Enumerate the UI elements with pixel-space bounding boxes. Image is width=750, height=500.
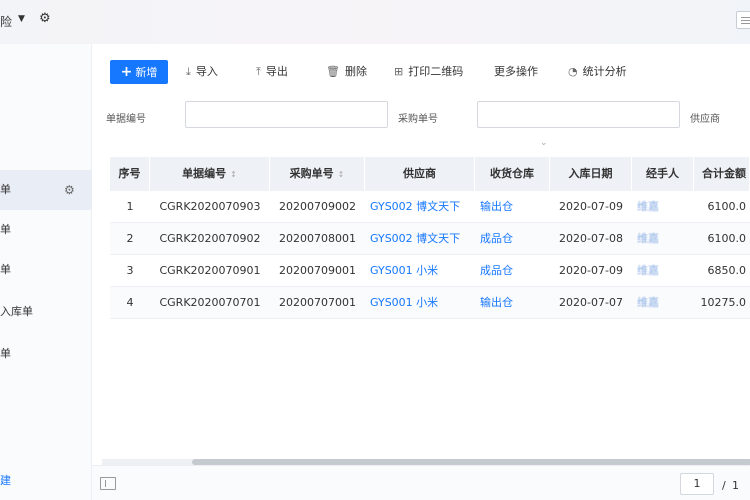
cell-supplier-link[interactable]: GYS001 小米 <box>365 287 475 319</box>
doc-no-label: 单据编号 <box>106 114 146 125</box>
chevron-down-icon[interactable]: ▼ <box>18 14 25 24</box>
cell-handler[interactable]: 维嘉 <box>632 223 694 255</box>
cell-date: 2020-07-09 <box>559 200 623 213</box>
sidebar-item-2[interactable]: 单 <box>0 210 92 250</box>
app-title: 险 <box>0 15 13 29</box>
cell-handler[interactable]: 维嘉 <box>632 255 694 287</box>
qr-code-icon: ⊞ <box>394 65 404 78</box>
table-row[interactable]: 3 CGRK2020070901 20200709001 GYS001 小米 成… <box>110 255 750 287</box>
cell-supplier-link[interactable]: GYS002 博文天下 <box>365 223 475 255</box>
sidebar-item-5[interactable]: 单 <box>0 334 92 374</box>
add-button[interactable]: + 新增 <box>110 60 168 84</box>
cell-handler[interactable]: 维嘉 <box>632 287 694 319</box>
sort-icon[interactable]: ↕ <box>230 170 237 179</box>
stats-button[interactable]: ◔ 统计分析 <box>568 60 627 84</box>
cell-index: 2 <box>126 232 134 245</box>
sidebar-item-3[interactable]: 单 <box>0 250 92 290</box>
cell-doc-no: CGRK2020070701 <box>159 296 261 309</box>
export-button-label: 导出 <box>265 65 288 78</box>
main-panel: + 新增 ⤓ 导入 ⤒ 导出 🗑 删除 ⊞ 打印二维码 更多操作 ◔ 统计分析 单据编号 采… <box>92 44 750 465</box>
cell-purchase-no: 20200707001 <box>279 296 356 309</box>
pie-chart-icon: ◔ <box>568 65 578 78</box>
gear-icon[interactable]: ⚙ <box>64 170 75 210</box>
cell-supplier-link[interactable]: GYS001 小米 <box>365 255 475 287</box>
sort-icon[interactable]: ↕ <box>338 170 345 179</box>
cell-purchase-no: 20200709002 <box>279 200 356 213</box>
add-button-label: 新增 <box>135 66 158 79</box>
cell-doc-no: CGRK2020070902 <box>159 232 261 245</box>
cell-doc-no: CGRK2020070903 <box>159 200 261 213</box>
purchase-no-input[interactable] <box>477 101 680 128</box>
cell-warehouse-link[interactable]: 输出仓 <box>475 191 550 223</box>
doc-no-input[interactable] <box>185 101 388 128</box>
print-qr-button[interactable]: ⊞ 打印二维码 <box>394 60 463 84</box>
sidebar-item-label: 单 <box>0 183 11 196</box>
table-header: 序号 单据编号 ↕ 采购单号 ↕ 供应商 收货仓库 入库日期 经手人 合计金额 <box>110 157 750 191</box>
table-row[interactable]: 4 CGRK2020070701 20200707001 GYS001 小米 输… <box>110 287 750 319</box>
table-row[interactable]: 2 CGRK2020070902 20200708001 GYS002 博文天下… <box>110 223 750 255</box>
cell-purchase-no: 20200708001 <box>279 232 356 245</box>
cell-date: 2020-07-08 <box>559 232 623 245</box>
cell-doc-no: CGRK2020070901 <box>159 264 261 277</box>
column-header-supplier: 供应商 <box>365 157 475 191</box>
column-header-warehouse: 收货仓库 <box>475 157 550 191</box>
export-button[interactable]: ⤒ 导出 <box>256 60 288 84</box>
cell-warehouse-link[interactable]: 成品仓 <box>475 223 550 255</box>
cell-date: 2020-07-07 <box>559 296 623 309</box>
import-button-label: 导入 <box>195 65 218 78</box>
sidebar-collapse-icon[interactable] <box>100 477 116 490</box>
stats-button-label: 统计分析 <box>582 65 627 78</box>
cell-index: 4 <box>126 296 134 309</box>
cell-amount: 6100.0 <box>707 232 747 245</box>
more-actions-button[interactable]: 更多操作 <box>494 60 538 84</box>
page-separator: / <box>722 479 726 492</box>
page-total: 1 <box>732 479 739 492</box>
cell-warehouse-link[interactable]: 成品仓 <box>475 255 550 287</box>
column-header-handler: 经手人 <box>632 157 694 191</box>
column-header-date: 入库日期 <box>550 157 632 191</box>
sidebar-item-label: 单 <box>0 347 11 360</box>
sidebar-bottom-link[interactable]: 建 <box>0 472 11 488</box>
trash-icon: 🗑 <box>326 65 340 78</box>
more-actions-button-label: 更多操作 <box>494 65 538 78</box>
export-icon: ⤒ <box>256 65 261 78</box>
column-header-purchase-no[interactable]: 采购单号 ↕ <box>270 157 365 191</box>
import-button[interactable]: ⤓ 导入 <box>186 60 218 84</box>
sidebar: 单 ⚙ 单 单 入库单 单 建 <box>0 44 92 500</box>
purchase-no-label: 采购单号 <box>398 114 438 125</box>
cell-amount: 10275.0 <box>700 296 747 309</box>
page-number-input[interactable]: 1 <box>680 473 714 495</box>
cell-index: 1 <box>126 200 134 213</box>
menu-icon[interactable] <box>736 11 750 29</box>
plus-icon: + <box>120 64 133 80</box>
sidebar-item-label: 入库单 <box>0 305 33 318</box>
print-qr-button-label: 打印二维码 <box>408 65 464 78</box>
gear-icon[interactable]: ⚙ <box>39 11 51 26</box>
cell-index: 3 <box>126 264 134 277</box>
cell-amount: 6100.0 <box>707 200 747 213</box>
supplier-label: 供应商 <box>690 114 720 125</box>
import-icon: ⤓ <box>186 65 191 78</box>
column-header-index: 序号 <box>110 157 150 191</box>
sidebar-item-purchase-inbound[interactable]: 单 ⚙ <box>0 170 92 210</box>
cell-supplier-link[interactable]: GYS002 博文天下 <box>365 191 475 223</box>
delete-button-label: 删除 <box>344 65 367 78</box>
column-header-amount: 合计金额 <box>694 157 750 191</box>
sidebar-item-label: 单 <box>0 223 11 236</box>
delete-button[interactable]: 🗑 删除 <box>326 60 367 84</box>
footer: 1 / 1 <box>92 465 750 500</box>
sidebar-item-4[interactable]: 入库单 <box>0 292 92 332</box>
cell-amount: 6850.0 <box>707 264 747 277</box>
table-row[interactable]: 1 CGRK2020070903 20200709002 GYS002 博文天下… <box>110 191 750 223</box>
column-header-doc-no[interactable]: 单据编号 ↕ <box>150 157 270 191</box>
cell-handler[interactable]: 维嘉 <box>632 191 694 223</box>
cell-date: 2020-07-09 <box>559 264 623 277</box>
cell-purchase-no: 20200709001 <box>279 264 356 277</box>
chevron-down-icon[interactable]: ⌄ <box>540 138 548 148</box>
sidebar-item-label: 单 <box>0 263 11 276</box>
top-bar: 险 ▼ ⚙ <box>0 0 750 44</box>
cell-warehouse-link[interactable]: 输出仓 <box>475 287 550 319</box>
